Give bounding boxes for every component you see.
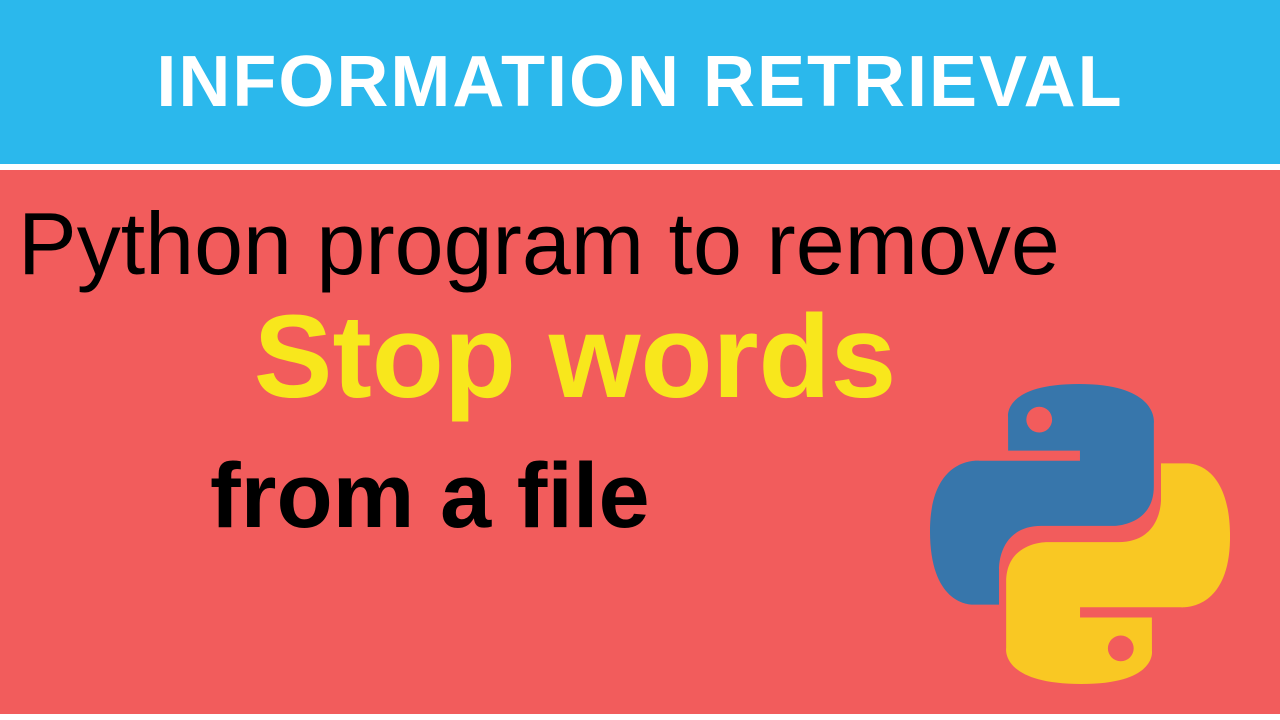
content-banner: Python program to remove Stop words from… [0, 170, 1280, 714]
content-line-1: Python program to remove [0, 198, 1280, 290]
header-banner: INFORMATION RETRIEVAL [0, 0, 1280, 170]
python-logo-icon [930, 384, 1230, 684]
header-title: INFORMATION RETRIEVAL [156, 46, 1123, 118]
